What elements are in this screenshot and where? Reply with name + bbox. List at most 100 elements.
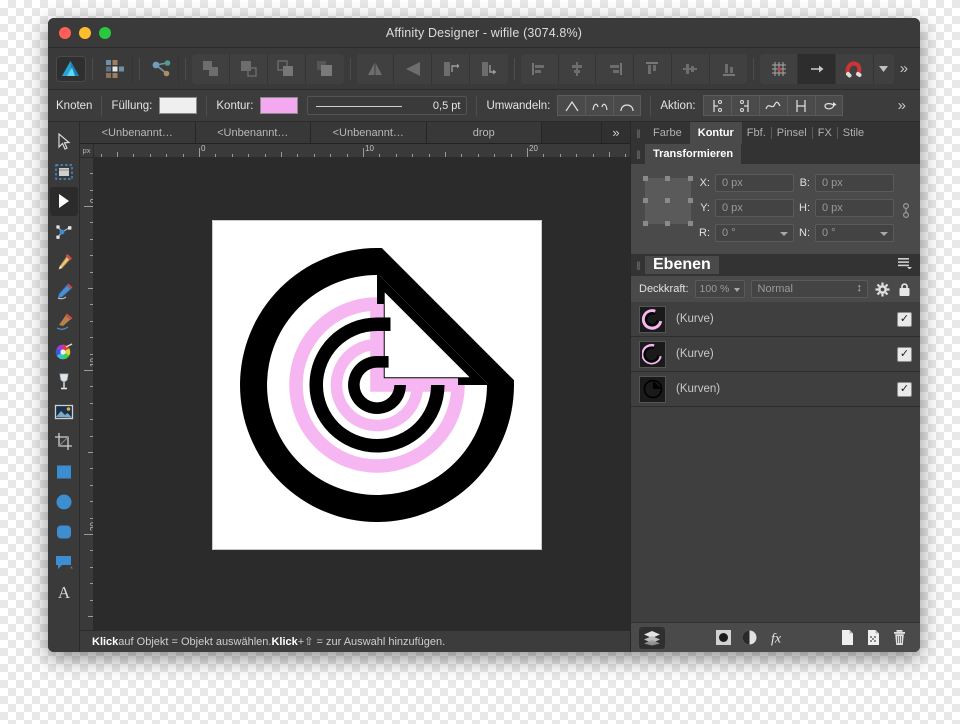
flip-horizontal-icon[interactable] bbox=[357, 53, 395, 84]
move-to-icon[interactable] bbox=[798, 53, 837, 84]
speech-bubble-tool[interactable] bbox=[50, 547, 78, 576]
opacity-value-field[interactable]: 100 % bbox=[694, 280, 745, 298]
doc-tabs-overflow[interactable]: » bbox=[602, 122, 630, 143]
fill-color-swatch[interactable] bbox=[159, 97, 198, 114]
close-button[interactable] bbox=[59, 26, 71, 39]
rounded-rectangle-tool[interactable] bbox=[50, 517, 78, 546]
text-tool[interactable]: A bbox=[50, 577, 78, 606]
move-tool[interactable] bbox=[50, 127, 78, 156]
smooth-corner-icon[interactable] bbox=[585, 95, 614, 116]
tab-farbe[interactable]: Farbe bbox=[645, 122, 690, 144]
flip-vertical-icon[interactable] bbox=[394, 53, 433, 84]
layer-row-1[interactable]: (Kurve) ✓ bbox=[631, 337, 920, 372]
maximize-button[interactable] bbox=[99, 26, 111, 39]
doc-tab-1[interactable]: <Unbenannt… bbox=[195, 122, 311, 143]
affinity-designer-icon[interactable] bbox=[56, 55, 86, 82]
ruler-tick bbox=[461, 154, 463, 157]
fill-tool[interactable] bbox=[50, 367, 78, 396]
crop-tool[interactable] bbox=[50, 427, 78, 456]
break-curve-icon[interactable] bbox=[702, 95, 731, 116]
artboard[interactable] bbox=[212, 220, 542, 550]
pencil-tool[interactable] bbox=[50, 277, 78, 306]
trash-icon[interactable] bbox=[886, 627, 912, 649]
adjustment-button[interactable] bbox=[711, 627, 737, 649]
horizontal-ruler[interactable]: 0 10 20 bbox=[94, 144, 630, 158]
layer-visibility-checkbox-1[interactable]: ✓ bbox=[897, 346, 912, 362]
snapping-magnet-icon[interactable] bbox=[836, 53, 874, 84]
layer-visibility-checkbox-2[interactable]: ✓ bbox=[897, 381, 912, 397]
rotate-right-icon[interactable] bbox=[470, 54, 508, 84]
artboard-tool[interactable] bbox=[50, 157, 78, 186]
canvas[interactable] bbox=[94, 158, 630, 630]
layer-row-0[interactable]: (Kurve) ✓ bbox=[631, 302, 920, 337]
minimize-button[interactable] bbox=[79, 26, 91, 39]
smart-corner-icon[interactable] bbox=[613, 95, 642, 116]
toolbar-overflow-button[interactable]: » bbox=[894, 60, 914, 77]
tab-stile[interactable]: Stile bbox=[838, 122, 869, 144]
layer-row-2[interactable]: (Kurven) ✓ bbox=[631, 372, 920, 407]
align-center-h-icon[interactable] bbox=[559, 53, 597, 84]
close-curve-icon[interactable] bbox=[786, 95, 815, 116]
snapping-options-dropdown[interactable] bbox=[874, 54, 894, 84]
new-layer-button[interactable] bbox=[834, 627, 860, 649]
panel-menu-icon[interactable] bbox=[898, 258, 912, 272]
sharp-corner-icon[interactable] bbox=[557, 95, 586, 116]
pixel-persona-icon[interactable] bbox=[99, 53, 133, 84]
tab-fx[interactable]: FX bbox=[813, 122, 837, 144]
grid-icon[interactable] bbox=[760, 53, 799, 84]
divide-icon[interactable] bbox=[306, 54, 344, 84]
ruler-tick bbox=[592, 154, 594, 157]
pen-tool[interactable] bbox=[50, 247, 78, 276]
tab-transformieren[interactable]: Transformieren bbox=[645, 144, 742, 164]
ellipse-tool[interactable] bbox=[50, 487, 78, 516]
align-right-icon[interactable] bbox=[596, 53, 635, 84]
pink-arc-thumb bbox=[639, 305, 666, 333]
new-pixel-layer-button[interactable] bbox=[860, 627, 886, 649]
subtract-icon[interactable] bbox=[230, 53, 269, 84]
gear-icon[interactable] bbox=[874, 281, 890, 297]
join-curve-icon[interactable] bbox=[730, 95, 759, 116]
field-r[interactable]: 0 ° bbox=[715, 224, 794, 242]
wifi-logo-artwork[interactable] bbox=[213, 221, 541, 549]
transform-anchor-selector[interactable] bbox=[643, 176, 693, 226]
field-b[interactable]: 0 px bbox=[815, 174, 894, 192]
doc-tab-0[interactable]: <Unbenannt… bbox=[80, 122, 196, 143]
lock-icon[interactable] bbox=[896, 281, 912, 297]
tab-pinsel[interactable]: Pinsel bbox=[772, 122, 812, 144]
field-x[interactable]: 0 px bbox=[715, 174, 794, 192]
reverse-curve-icon[interactable] bbox=[814, 95, 843, 116]
blend-mode-select[interactable]: Normal bbox=[750, 280, 868, 298]
smooth-curve-icon[interactable] bbox=[758, 95, 787, 116]
doc-tab-2[interactable]: <Unbenannt… bbox=[311, 122, 427, 143]
node-editor-tool[interactable] bbox=[50, 217, 78, 246]
mask-button[interactable] bbox=[737, 627, 763, 649]
rotate-left-icon[interactable] bbox=[432, 53, 470, 84]
paintbrush-tool[interactable] bbox=[50, 307, 78, 336]
node-select-tool[interactable] bbox=[49, 187, 78, 216]
image-tool[interactable] bbox=[50, 397, 78, 426]
field-n[interactable]: 0 ° bbox=[815, 224, 894, 242]
doc-tab-3[interactable]: drop bbox=[426, 122, 542, 143]
align-top-icon[interactable] bbox=[634, 53, 672, 84]
stroke-color-swatch[interactable] bbox=[260, 97, 299, 114]
tab-ebenen[interactable]: Ebenen bbox=[645, 256, 719, 274]
fx-icon[interactable]: fx bbox=[763, 627, 789, 649]
tab-kontur[interactable]: Kontur bbox=[689, 122, 742, 144]
context-overflow-button[interactable]: » bbox=[892, 97, 912, 114]
layer-stack-button[interactable] bbox=[639, 626, 665, 649]
tab-fbf[interactable]: Fbf. bbox=[742, 122, 771, 144]
layer-visibility-checkbox-0[interactable]: ✓ bbox=[897, 311, 912, 327]
add-icon[interactable] bbox=[192, 53, 231, 84]
align-left-icon[interactable] bbox=[521, 53, 559, 84]
field-y[interactable]: 0 px bbox=[715, 199, 794, 217]
align-bottom-icon[interactable] bbox=[710, 54, 748, 84]
stroke-width-field[interactable]: 0,5 pt bbox=[307, 96, 468, 115]
export-persona-icon[interactable] bbox=[146, 53, 180, 84]
intersect-icon[interactable] bbox=[268, 53, 306, 84]
align-middle-v-icon[interactable] bbox=[672, 53, 710, 84]
color-wheel-tool[interactable] bbox=[50, 337, 78, 366]
field-h[interactable]: 0 px bbox=[815, 199, 894, 217]
link-aspect-ratio-icon[interactable] bbox=[902, 201, 912, 224]
vertical-ruler[interactable]: 01020 bbox=[80, 158, 94, 630]
rectangle-tool[interactable] bbox=[50, 457, 78, 486]
